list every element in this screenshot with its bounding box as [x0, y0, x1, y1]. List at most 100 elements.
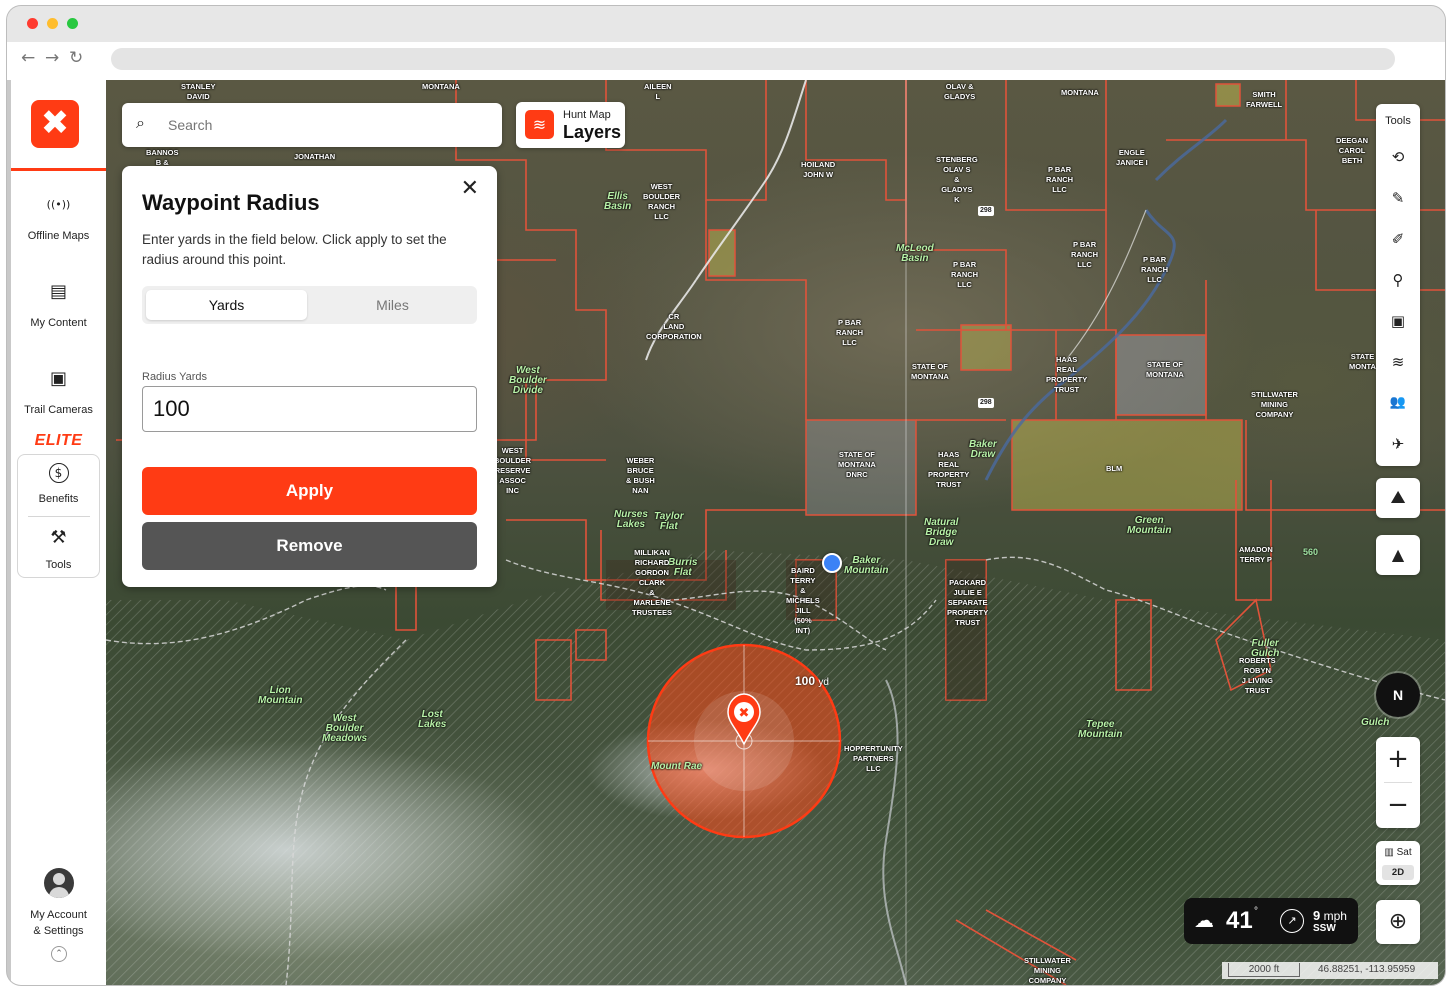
app-logo[interactable]: ✖: [31, 100, 79, 148]
map-place-label: Lost Lakes: [418, 709, 447, 730]
map-parcel-label: STATE MONTA: [1349, 352, 1376, 371]
sidebar-item-offline-maps[interactable]: ((•)) Offline Maps: [11, 192, 106, 244]
temperature-value: 41: [1226, 907, 1253, 934]
avatar[interactable]: [44, 868, 74, 898]
map-place-label: Mount Rae: [651, 761, 703, 772]
map-place-label: Fuller Gulch: [1251, 638, 1280, 659]
people-icon[interactable]: 👥: [1376, 393, 1420, 413]
compass-button[interactable]: N: [1376, 673, 1420, 717]
unit-option-miles[interactable]: Miles: [312, 290, 473, 320]
map-parcel-label: P BAR RANCH LLC: [1046, 165, 1074, 194]
account-settings-link[interactable]: My Account & Settings: [11, 907, 106, 939]
terrain-mode-button[interactable]: ▲: [1376, 535, 1420, 575]
elite-badge: ELITE: [34, 432, 83, 449]
locate-me-button[interactable]: ⊕: [1376, 900, 1420, 944]
search-icon: ⌕: [136, 113, 145, 132]
map-parcel-label: STATE OF MONTANA DNRC: [838, 450, 876, 479]
basemap-toggle[interactable]: ▥ Sat 2D: [1376, 841, 1420, 885]
apply-button[interactable]: Apply: [142, 467, 477, 515]
logo-underline: [11, 168, 106, 171]
sidebar-item-benefits[interactable]: $ Benefits: [18, 463, 99, 507]
account-label-line2: & Settings: [33, 925, 84, 937]
sidebar-item-label: Trail Cameras: [24, 404, 93, 416]
forward-icon[interactable]: →: [45, 48, 59, 68]
layers-sublabel: Hunt Map: [563, 109, 611, 121]
maximize-window-button[interactable]: [67, 18, 78, 29]
map-parcel-label: ROBERTS ROBYN J LIVING TRUST: [1239, 656, 1276, 695]
map-icon: ▥: [1384, 847, 1397, 858]
basemap-name: Sat: [1396, 847, 1412, 858]
draw-line-icon[interactable]: ✎: [1376, 188, 1420, 208]
radius-distance-label: 100 yd: [795, 674, 829, 688]
my-content-icon: ▤: [49, 281, 67, 302]
wind-icon[interactable]: ≋: [1376, 352, 1420, 372]
map-parcel-label: BAIRD TERRY & MICHELS JILL (50% INT): [786, 566, 820, 635]
map-parcel-label: CR LAND CORPORATION: [646, 312, 702, 341]
mountain-icon: ▲: [1391, 545, 1405, 564]
search-input[interactable]: [168, 113, 468, 137]
waypoint-marker-glyph: ✖: [739, 706, 750, 721]
sidebar-item-trail-cameras[interactable]: ▣ Trail Cameras: [11, 366, 106, 418]
satellite-icon[interactable]: ✈: [1376, 434, 1420, 454]
map-place-label: Nurses Lakes: [614, 509, 648, 530]
search-bar[interactable]: ⌕: [122, 103, 502, 147]
map-parcel-label: DEEGAN CAROL BETH: [1336, 136, 1369, 165]
temperature-degree: °: [1254, 906, 1258, 917]
waypoint-radius-panel: ✕ Waypoint Radius Enter yards in the fie…: [122, 166, 497, 587]
map-road-label: 560: [1303, 547, 1319, 557]
radius-field: [142, 386, 477, 432]
terrain-3d-icon: ⛰: [1390, 487, 1406, 508]
map-parcel-label: P BAR RANCH LLC: [1071, 240, 1099, 269]
close-icon[interactable]: ✕: [461, 176, 479, 201]
unit-option-yards[interactable]: Yards: [146, 290, 307, 320]
map-parcel-label: HAAS REAL PROPERTY TRUST: [1046, 355, 1088, 394]
map-place-label: Burris Flat: [668, 557, 698, 578]
weather-widget[interactable]: ☁ 41 ° ↗ 9 mph SSW: [1184, 898, 1358, 944]
panel-title: Waypoint Radius: [142, 190, 320, 215]
elite-box: $ Benefits ⚒ Tools: [17, 454, 100, 578]
wind-speed-value: 9: [1313, 908, 1321, 923]
terrain-3d-button[interactable]: ⛰: [1376, 478, 1420, 518]
map-place-label: Baker Mountain: [844, 555, 889, 576]
remove-button[interactable]: Remove: [142, 522, 477, 570]
map-place-label: Gulch: [1361, 717, 1390, 728]
map-parcel-label: BLM: [1106, 464, 1123, 473]
sidebar-item-my-content[interactable]: ▤ My Content: [11, 279, 106, 331]
map-parcel-label: STENBERG OLAV S & GLADYS K: [936, 155, 978, 204]
trail-cam-tool-icon[interactable]: ▣: [1376, 311, 1420, 331]
radius-input[interactable]: [153, 395, 453, 423]
wind-direction-icon: ↗: [1280, 909, 1304, 933]
panel-description: Enter yards in the field below. Click ap…: [142, 232, 447, 267]
minimize-window-button[interactable]: [47, 18, 58, 29]
map-parcel-label: JONATHAN: [294, 152, 336, 161]
map-place-label: Baker Draw: [969, 439, 997, 460]
map-parcel-label: STILLWATER MINING COMPANY: [1251, 390, 1298, 419]
zoom-out-button[interactable]: −: [1376, 790, 1420, 820]
zoom-controls: + −: [1376, 737, 1420, 828]
map-parcel-label: AMADON TERRY P: [1239, 545, 1273, 564]
map-parcel-label: P BAR RANCH LLC: [951, 260, 979, 289]
reload-icon[interactable]: ↻: [69, 48, 83, 68]
basemap-mode: 2D: [1382, 865, 1414, 880]
map-road-label: 298: [978, 206, 994, 216]
coordinates-readout: 46.88251, -113.95959: [1318, 964, 1416, 975]
map-parcel-label: MILLIKAN RICHARD GORDON CLARK & MARLENE TRUSTE…: [632, 548, 673, 617]
map-parcel-label: P BAR RANCH LLC: [1141, 255, 1169, 284]
zoom-in-button[interactable]: +: [1376, 744, 1420, 774]
app-sidebar: ✖ ((•)) Offline Maps ▤ My Content ▣ Trai…: [11, 80, 106, 985]
lasso-icon[interactable]: ⟲: [1376, 147, 1420, 167]
map-place-label: McLeod Basin: [896, 243, 934, 264]
back-icon[interactable]: ←: [21, 48, 35, 68]
sidebar-item-tools[interactable]: ⚒ Tools: [18, 525, 99, 573]
avatar-body: [49, 887, 69, 898]
radius-field-label: Radius Yards: [142, 371, 208, 383]
chevron-up-icon[interactable]: ⌃: [51, 946, 67, 962]
scale-bar: 2000 ft 46.88251, -113.95959: [1222, 962, 1438, 979]
map-parcel-label: MONTANA: [422, 82, 460, 91]
draw-shape-icon[interactable]: ✐: [1376, 229, 1420, 249]
layers-button[interactable]: ≋ Hunt Map Layers: [516, 102, 625, 148]
address-bar[interactable]: [111, 48, 1395, 70]
close-window-button[interactable]: [27, 18, 38, 29]
waypoint-pin-icon[interactable]: ⚲: [1376, 270, 1420, 290]
map-place-label: Tepee Mountain: [1078, 719, 1123, 740]
